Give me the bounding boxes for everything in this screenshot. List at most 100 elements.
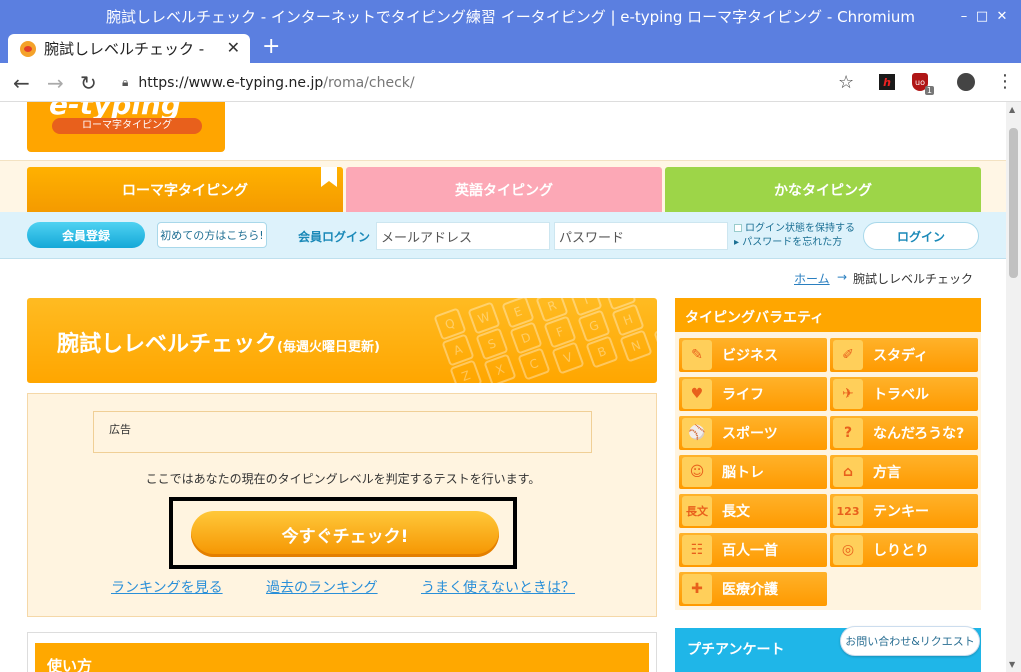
register-button[interactable]: 会員登録 bbox=[27, 222, 145, 248]
check-description: ここではあなたの現在のタイピングレベルを判定するテストを行います。 bbox=[145, 472, 541, 486]
notebook-icon: ✐ bbox=[833, 340, 863, 370]
nav-tab-english-label: 英語タイピング bbox=[455, 183, 553, 199]
brain-icon: ☺ bbox=[682, 457, 712, 487]
variety-tenkey-button[interactable]: 123 テンキー bbox=[830, 494, 978, 528]
variety-label: 医療介護 bbox=[722, 582, 778, 598]
ranking-link[interactable]: ランキングを見る bbox=[111, 577, 223, 597]
bookmark-ribbon-icon bbox=[321, 167, 337, 187]
extension-badge: 1 bbox=[924, 86, 934, 95]
keep-login-checkbox[interactable]: ログイン状態を保持する bbox=[734, 222, 855, 236]
variety-karuta-button[interactable]: ☷ 百人一首 bbox=[679, 533, 827, 567]
password-field[interactable]: パスワード bbox=[554, 222, 728, 250]
breadcrumb-home[interactable]: ホーム bbox=[794, 270, 830, 287]
login-bar: 会員登録 初めての方はこちら! 会員ログイン メールアドレス パスワード ログイ… bbox=[0, 212, 1006, 259]
email-field[interactable]: メールアドレス bbox=[376, 222, 550, 250]
bookmark-star-icon[interactable]: ☆ bbox=[838, 72, 854, 93]
necktie-icon: ✎ bbox=[682, 340, 712, 370]
scroll-thumb[interactable] bbox=[1009, 128, 1018, 278]
variety-brain-button[interactable]: ☺ 脳トレ bbox=[679, 455, 827, 489]
variety-label: 長文 bbox=[722, 504, 750, 520]
url-path: /roma/check/ bbox=[323, 74, 415, 91]
breadcrumb-current: 腕試しレベルチェック bbox=[853, 272, 974, 286]
heart-icon: ♥ bbox=[682, 379, 712, 409]
question-icon: ? bbox=[833, 418, 863, 448]
usage-title: 使い方 bbox=[35, 643, 649, 672]
tenkey-icon: 123 bbox=[833, 496, 863, 526]
nav-tab-kana-label: かなタイピング bbox=[774, 183, 872, 199]
check-now-button[interactable]: 今すぐチェック! bbox=[191, 511, 499, 557]
main-nav: ローマ字タイピング 英語タイピング かなタイピング bbox=[0, 160, 1006, 213]
typing-variety-panel: タイピングバラエティ ✎ ビジネス ✐ スタディ ♥ ライフ ✈ トラベル ⚾ スポーツ? なんだろ… bbox=[675, 298, 981, 610]
check-panel: 広告 ここではあなたの現在のタイピングレベルを判定するテストを行います。 今すぐ… bbox=[27, 393, 657, 617]
ball-icon: ⚾ bbox=[682, 418, 712, 448]
first-time-link[interactable]: 初めての方はこちら! bbox=[157, 222, 267, 248]
back-icon[interactable]: ← bbox=[13, 71, 30, 95]
nav-tab-english[interactable]: 英語タイピング bbox=[346, 167, 662, 213]
check-button-highlight: 今すぐチェック! bbox=[169, 497, 517, 569]
new-tab-icon[interactable]: + bbox=[262, 34, 280, 59]
window-title: 腕試しレベルチェック - インターネットでタイピング練習 イータイピング | e… bbox=[105, 7, 916, 26]
variety-long-text-button[interactable]: 長文 長文 bbox=[679, 494, 827, 528]
page-heading: 腕試しレベルチェック(毎週火曜日更新) QWERTYASDFGHZXCVBNM bbox=[27, 298, 657, 383]
past-ranking-link[interactable]: 過去のランキング bbox=[266, 577, 378, 597]
breadcrumb-arrow-icon: → bbox=[837, 270, 848, 284]
variety-notebook-button[interactable]: ✐ スタディ bbox=[830, 338, 978, 372]
page-title: 腕試しレベルチェック(毎週火曜日更新) bbox=[57, 332, 380, 357]
scroll-down-icon[interactable]: ▼ bbox=[1009, 660, 1015, 669]
tab-close-icon[interactable]: ✕ bbox=[227, 38, 240, 57]
ad-label: 広告 bbox=[109, 423, 131, 436]
forward-icon[interactable]: → bbox=[47, 71, 64, 95]
nav-tab-kana[interactable]: かなタイピング bbox=[665, 167, 981, 213]
url-host: https://www.e-typing.ne.jp bbox=[138, 74, 324, 91]
variety-label: スポーツ bbox=[722, 426, 778, 442]
variety-syringe-button[interactable]: ✚ 医療介護 bbox=[679, 572, 827, 606]
site-logo[interactable]: e-typing ローマ字タイピング bbox=[27, 102, 225, 152]
help-link[interactable]: うまく使えないときは？ bbox=[421, 577, 575, 597]
browser-tab[interactable]: 腕試しレベルチェック - ✕ bbox=[8, 34, 250, 63]
variety-question-button[interactable]: ? なんだろうな? bbox=[830, 416, 978, 450]
update-note: (毎週火曜日更新) bbox=[277, 340, 380, 355]
ad-box: 広告 bbox=[93, 411, 592, 453]
variety-label: なんだろうな? bbox=[873, 426, 965, 442]
keyboard-decoration: QWERTYASDFGHZXCVBNM bbox=[427, 298, 657, 383]
favicon-icon bbox=[20, 40, 36, 57]
scroll-up-icon[interactable]: ▲ bbox=[1009, 105, 1015, 114]
variety-label: 脳トレ bbox=[722, 465, 764, 481]
variety-label: テンキー bbox=[873, 504, 929, 520]
account-icon[interactable] bbox=[957, 73, 975, 91]
airplane-icon: ✈ bbox=[833, 379, 863, 409]
tab-strip: 腕試しレベルチェック - ✕ bbox=[0, 32, 1021, 63]
variety-label: しりとり bbox=[873, 543, 929, 559]
variety-airplane-button[interactable]: ✈ トラベル bbox=[830, 377, 978, 411]
window-titlebar: 腕試しレベルチェック - インターネットでタイピング練習 イータイピング | e… bbox=[0, 0, 1021, 32]
keycap-m: M bbox=[653, 323, 657, 357]
browser-menu-icon[interactable]: ⋮ bbox=[996, 71, 1014, 92]
nav-tab-roma[interactable]: ローマ字タイピング bbox=[27, 167, 343, 213]
close-window-icon[interactable]: ✕ bbox=[990, 0, 1014, 32]
reload-icon[interactable]: ↻ bbox=[80, 71, 97, 95]
variety-ball-button[interactable]: ⚾ スポーツ bbox=[679, 416, 827, 450]
variety-necktie-button[interactable]: ✎ ビジネス bbox=[679, 338, 827, 372]
variety-label: ビジネス bbox=[722, 348, 778, 364]
variety-title: タイピングバラエティ bbox=[675, 298, 981, 332]
variety-label: ライフ bbox=[722, 387, 764, 403]
nav-tab-roma-label: ローマ字タイピング bbox=[122, 183, 248, 199]
ublock-extension-icon[interactable]: uo 1 bbox=[912, 73, 934, 95]
variety-shiritori-button[interactable]: ◎ しりとり bbox=[830, 533, 978, 567]
contact-request-button[interactable]: お問い合わせ&リクエスト bbox=[840, 626, 980, 656]
long-text-icon: 長文 bbox=[682, 496, 712, 526]
forgot-password-link[interactable]: ▸ パスワードを忘れた方 bbox=[734, 236, 855, 250]
variety-japan-map-button[interactable]: ⌂ 方言 bbox=[830, 455, 978, 489]
login-options: ログイン状態を保持する ▸ パスワードを忘れた方 bbox=[734, 222, 855, 250]
page-scrollbar[interactable]: ▲ ▼ bbox=[1006, 102, 1021, 672]
url-field[interactable]: 🔒︎ https://www.e-typing.ne.jp/roma/check… bbox=[110, 67, 870, 98]
login-button[interactable]: ログイン bbox=[863, 222, 979, 250]
karuta-icon: ☷ bbox=[682, 535, 712, 565]
shiritori-icon: ◎ bbox=[833, 535, 863, 565]
lock-icon: 🔒︎ bbox=[122, 75, 129, 89]
logo-subtitle: ローマ字タイピング bbox=[52, 118, 202, 134]
page-viewport: e-typing ローマ字タイピング ローマ字タイピング 英語タイピング かなタ… bbox=[0, 102, 1006, 672]
extension-h-icon[interactable]: h bbox=[879, 74, 895, 90]
variety-heart-button[interactable]: ♥ ライフ bbox=[679, 377, 827, 411]
variety-label: スタディ bbox=[873, 348, 929, 364]
